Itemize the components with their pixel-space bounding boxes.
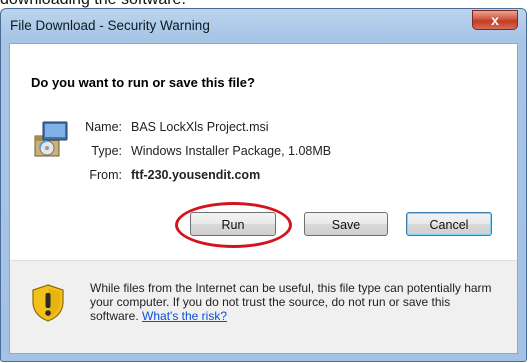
close-button[interactable]: x xyxy=(472,10,518,30)
warning-text: While files from the Internet can be use… xyxy=(90,281,500,323)
from-value: ftf-230.yousendit.com xyxy=(131,168,261,182)
cancel-button[interactable]: Cancel xyxy=(406,212,492,236)
run-button[interactable]: Run xyxy=(190,212,276,236)
close-icon: x xyxy=(491,12,499,28)
title-bar[interactable]: File Download - Security Warning x xyxy=(1,9,526,45)
security-warning-dialog: File Download - Security Warning x Do yo… xyxy=(0,8,527,362)
warning-footer: While files from the Internet can be use… xyxy=(10,260,517,353)
name-value: BAS LockXls Project.msi xyxy=(131,120,269,134)
type-label: Type: xyxy=(91,144,122,158)
save-button[interactable]: Save xyxy=(304,212,388,236)
from-label: From: xyxy=(89,168,122,182)
name-label: Name: xyxy=(85,120,122,134)
security-shield-icon xyxy=(32,284,64,322)
type-value: Windows Installer Package, 1.08MB xyxy=(131,144,332,158)
window-title: File Download - Security Warning xyxy=(10,18,210,33)
question-text: Do you want to run or save this file? xyxy=(31,75,255,90)
whats-the-risk-link[interactable]: What's the risk? xyxy=(142,309,227,323)
dialog-body: Do you want to run or save this file? Na… xyxy=(9,43,518,354)
